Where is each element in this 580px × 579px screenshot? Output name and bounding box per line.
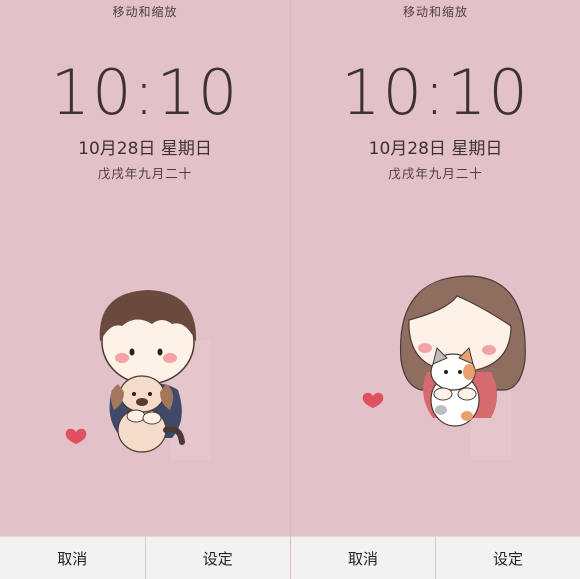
cat-illustration xyxy=(430,347,480,427)
boy-hand-right xyxy=(142,411,162,425)
girl-hand-right xyxy=(457,387,477,401)
boy-cheek-left xyxy=(115,353,129,363)
clock-time: 10:10 xyxy=(50,56,240,129)
lunar-date: 戊戌年九月二十 xyxy=(97,166,193,181)
girl-cheek-left xyxy=(418,343,432,353)
bottom-action-bar: 取消 设定 xyxy=(291,536,580,579)
girl-cheek-right xyxy=(482,345,496,355)
clock-time: 10:10 xyxy=(341,56,530,129)
cancel-button[interactable]: 取消 xyxy=(0,537,145,579)
bottom-action-bar: 取消 设定 xyxy=(0,536,290,579)
wallpaper-preview-stage: 移动和缩放 10:10 10月28日 星期日 戊戌年九月二十 取消 设定 移动和… xyxy=(0,0,580,579)
preview-screen-left[interactable]: 移动和缩放 10:10 10月28日 星期日 戊戌年九月二十 取消 设定 xyxy=(0,0,290,579)
heart-icon xyxy=(362,392,384,408)
boy-eye-left xyxy=(129,348,135,356)
girl-cat-illustration xyxy=(362,275,526,460)
clock-date: 10月28日 星期日 xyxy=(78,139,212,159)
boy-eye-right xyxy=(157,348,163,356)
boy-hand-left xyxy=(126,409,146,423)
preview-screen-right[interactable]: 移动和缩放 10:10 10月28日 星期日 戊戌年九月二十 取消 设定 xyxy=(290,0,580,579)
heart-icon xyxy=(65,428,87,444)
move-zoom-hint: 移动和缩放 xyxy=(402,5,468,19)
set-button[interactable]: 设定 xyxy=(144,537,291,579)
lunar-date: 戊戌年九月二十 xyxy=(388,166,483,181)
boy-puppy-illustration xyxy=(65,290,210,460)
set-button[interactable]: 设定 xyxy=(435,537,580,579)
cancel-button[interactable]: 取消 xyxy=(291,537,435,579)
move-zoom-hint: 移动和缩放 xyxy=(112,5,178,19)
boy-cheek-right xyxy=(163,353,177,363)
clock-date: 10月28日 星期日 xyxy=(368,139,503,159)
girl-hand-left xyxy=(433,387,453,401)
